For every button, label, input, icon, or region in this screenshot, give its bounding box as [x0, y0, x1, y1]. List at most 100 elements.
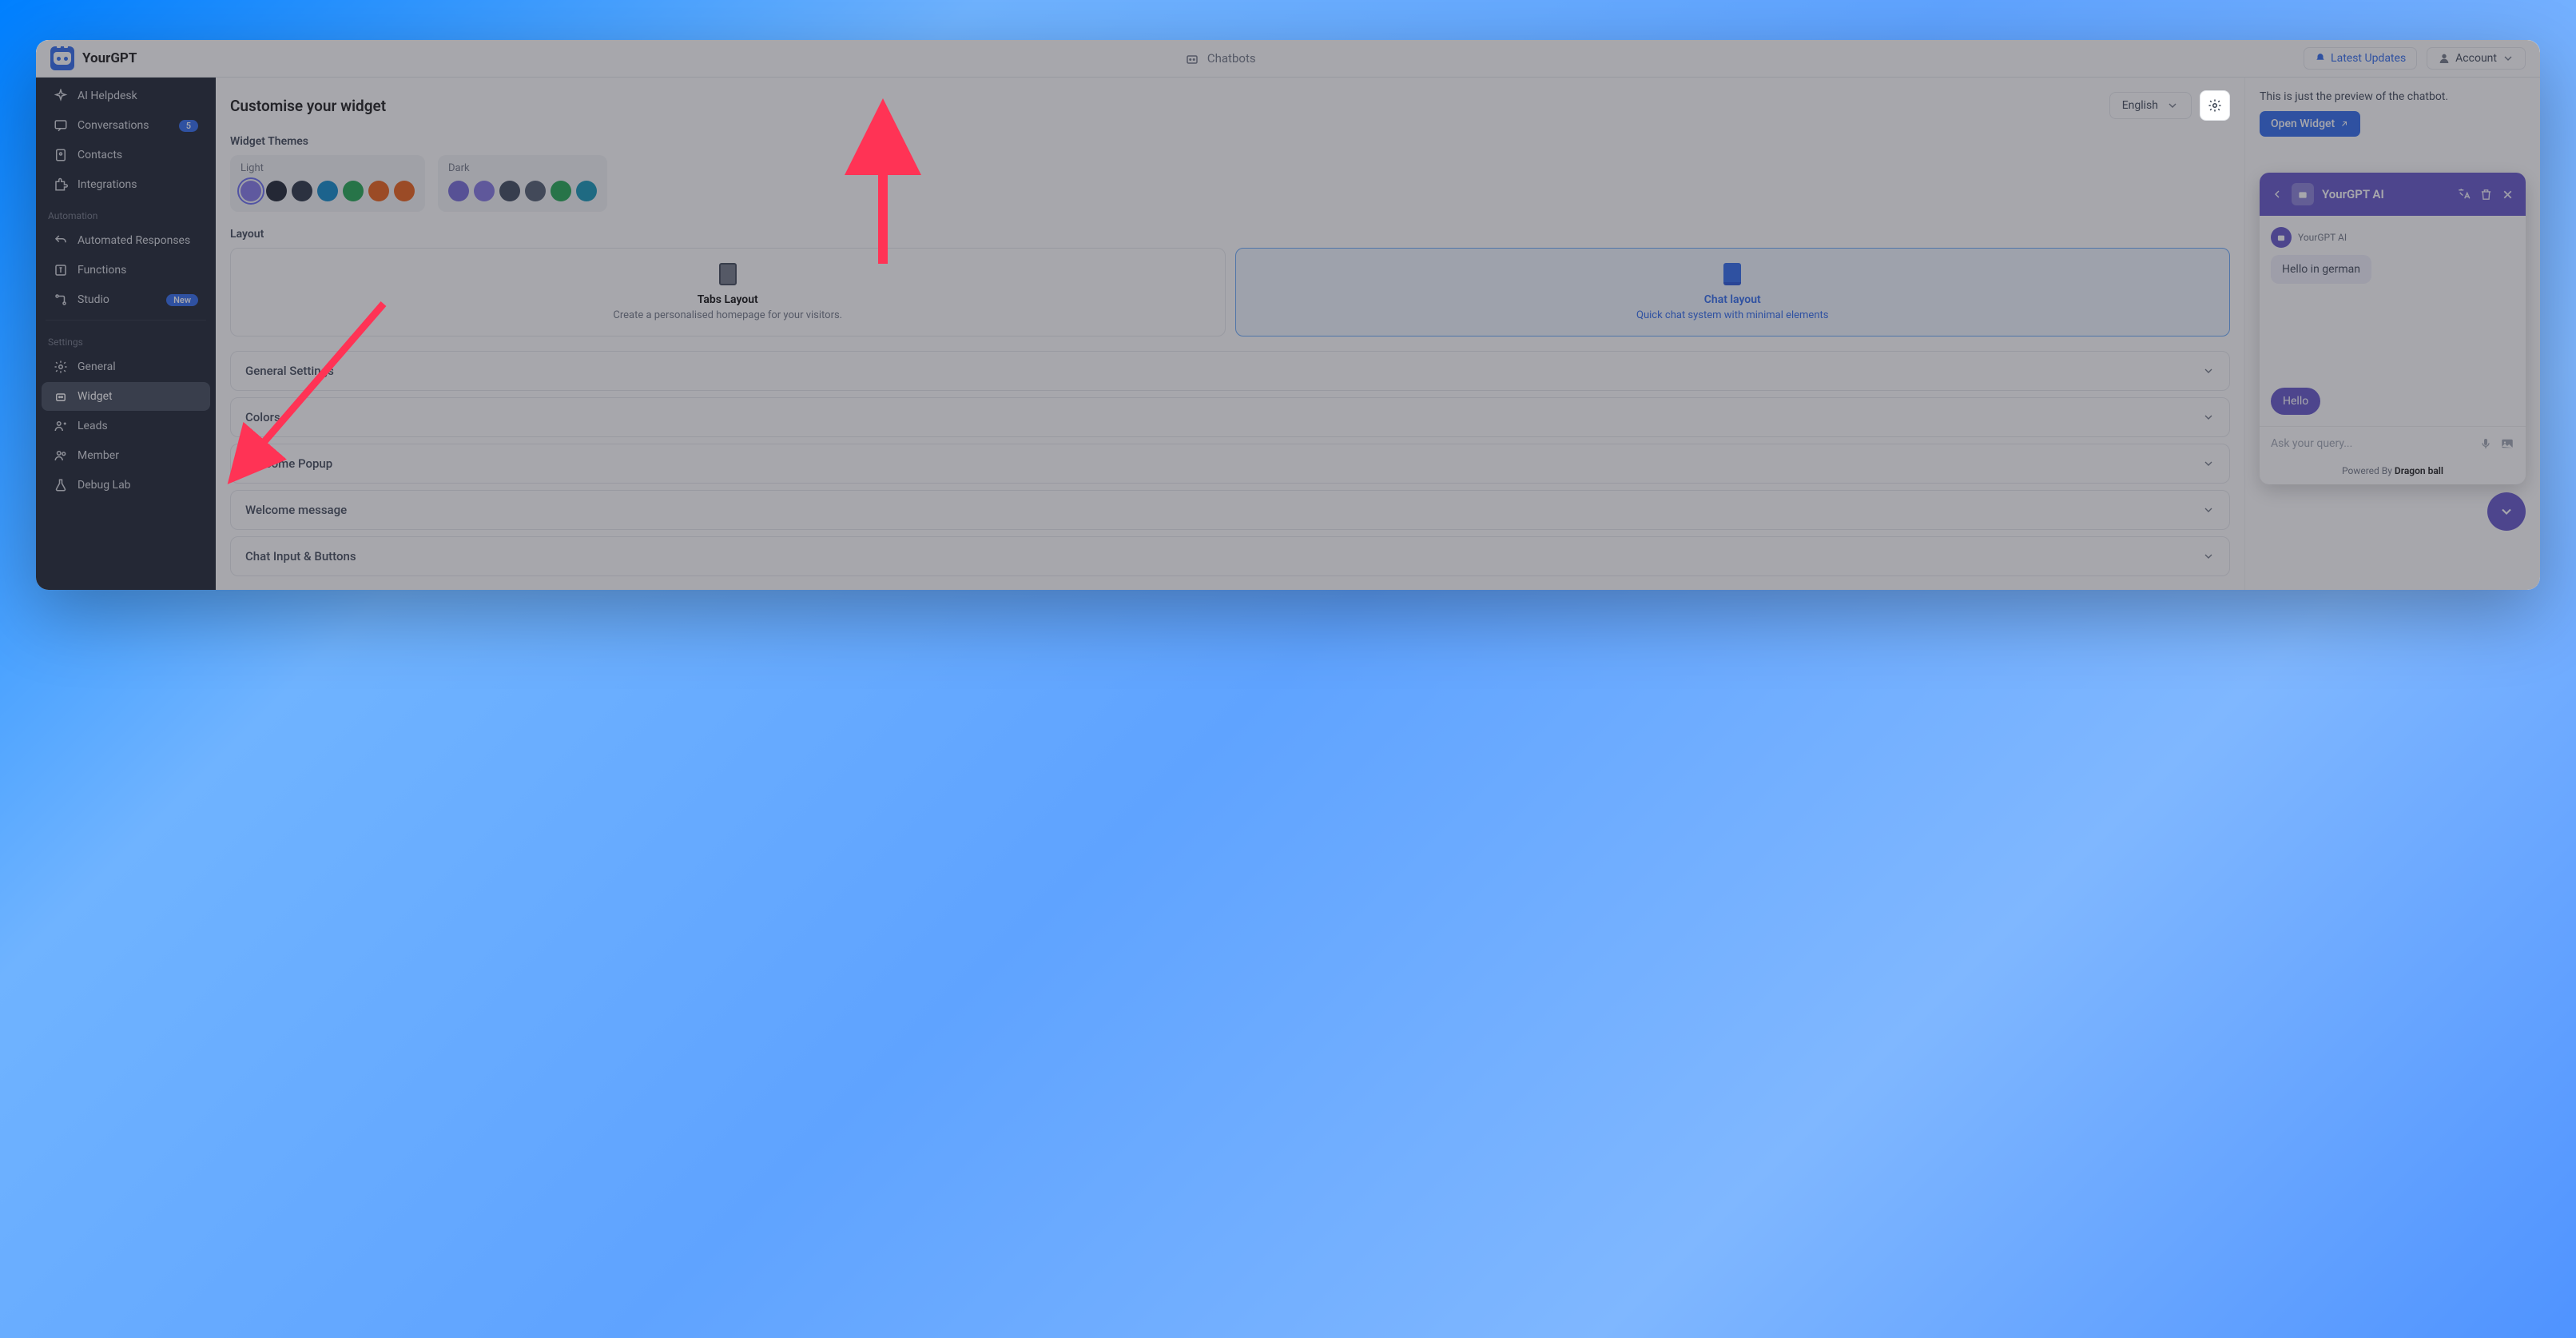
studio-icon — [54, 293, 68, 307]
main-content: Customise your widget English Widget The… — [216, 78, 2244, 590]
swatch[interactable] — [317, 181, 338, 201]
chevron-down-icon — [2498, 504, 2514, 520]
puzzle-icon — [54, 177, 68, 192]
conversations-badge: 5 — [179, 120, 198, 132]
chat-sender: YourGPT AI — [2271, 227, 2514, 248]
page-title: Customise your widget — [230, 97, 386, 115]
chat-icon — [54, 118, 68, 133]
chevron-down-icon — [2202, 504, 2215, 516]
brand-robot-icon — [50, 46, 74, 70]
swatch[interactable] — [448, 181, 469, 201]
robot-icon — [1185, 51, 1199, 66]
contact-icon — [54, 148, 68, 162]
bell-icon — [2315, 53, 2326, 64]
sidebar-section-settings: Settings — [36, 326, 216, 352]
bot-avatar-icon — [2271, 227, 2292, 248]
swatch[interactable] — [474, 181, 495, 201]
sidebar-item-automated-responses[interactable]: Automated Responses — [42, 226, 210, 255]
sidebar-item-contacts[interactable]: Contacts — [42, 141, 210, 169]
preview-note: This is just the preview of the chatbot. — [2260, 90, 2526, 103]
swatch[interactable] — [499, 181, 520, 201]
sidebar-item-integrations[interactable]: Integrations — [42, 170, 210, 199]
tabs-thumbnail-icon — [719, 263, 737, 285]
trash-icon[interactable] — [2479, 188, 2493, 201]
sidebar-item-helpdesk[interactable]: AI Helpdesk — [42, 82, 210, 110]
dark-swatches — [448, 181, 597, 201]
gear-icon — [2208, 98, 2222, 113]
accordion-welcome-popup[interactable]: Welcome Popup — [230, 444, 2230, 484]
layout-chat[interactable]: Chat layout Quick chat system with minim… — [1235, 248, 2231, 336]
layout-label: Layout — [230, 228, 2230, 241]
chevron-down-icon — [2202, 411, 2215, 424]
sparkle-icon — [54, 89, 68, 103]
back-arrow-icon[interactable] — [2271, 188, 2284, 201]
accordion-colors[interactable]: Colors — [230, 397, 2230, 437]
account-menu[interactable]: Account — [2427, 47, 2526, 70]
sidebar-item-conversations[interactable]: Conversations5 — [42, 111, 210, 140]
sidebar-item-debug[interactable]: Debug Lab — [42, 471, 210, 500]
sidebar: AI Helpdesk Conversations5 Contacts Inte… — [36, 78, 216, 590]
themes-label: Widget Themes — [230, 135, 2230, 148]
swatch[interactable] — [394, 181, 415, 201]
flask-icon — [54, 478, 68, 492]
chevron-down-icon — [2166, 99, 2179, 112]
accordion-chat-input[interactable]: Chat Input & Buttons — [230, 536, 2230, 576]
brand[interactable]: YourGPT — [50, 46, 137, 70]
mic-icon[interactable] — [2479, 437, 2492, 450]
open-widget-button[interactable]: Open Widget — [2260, 111, 2360, 137]
chat-title: YourGPT AI — [2322, 187, 2449, 201]
breadcrumb[interactable]: Chatbots — [1185, 51, 1256, 66]
swatch[interactable] — [343, 181, 364, 201]
new-badge: New — [166, 294, 198, 306]
chat-preview: YourGPT AI YourGPT AI Hello in german He… — [2260, 173, 2526, 484]
swatch[interactable] — [241, 181, 261, 201]
accordion-general[interactable]: General Settings — [230, 351, 2230, 391]
sidebar-item-leads[interactable]: Leads — [42, 412, 210, 440]
chat-thumbnail-icon — [1723, 263, 1741, 285]
swatch[interactable] — [576, 181, 597, 201]
image-icon[interactable] — [2500, 436, 2514, 451]
accordion-welcome-message[interactable]: Welcome message — [230, 490, 2230, 530]
chat-message-in: Hello in german — [2271, 255, 2371, 284]
latest-updates-button[interactable]: Latest Updates — [2304, 47, 2417, 70]
chat-input[interactable]: Ask your query... — [2260, 426, 2526, 460]
chat-message-out: Hello — [2271, 388, 2320, 415]
function-icon — [54, 263, 68, 277]
chat-bot-avatar-icon — [2292, 183, 2314, 205]
swatch[interactable] — [551, 181, 571, 201]
gear-icon — [54, 360, 68, 374]
chevron-down-icon — [2202, 457, 2215, 470]
robot-icon — [54, 389, 68, 404]
chevron-down-icon — [2202, 550, 2215, 563]
theme-light[interactable]: Light — [230, 155, 425, 212]
sidebar-item-widget[interactable]: Widget — [42, 382, 210, 411]
member-icon — [54, 448, 68, 463]
settings-gear-button[interactable] — [2200, 90, 2230, 121]
swatch[interactable] — [525, 181, 546, 201]
swatch[interactable] — [266, 181, 287, 201]
sidebar-item-studio[interactable]: StudioNew — [42, 285, 210, 314]
user-icon — [2438, 52, 2451, 65]
layout-tabs[interactable]: Tabs Layout Create a personalised homepa… — [230, 248, 1226, 336]
translate-icon[interactable] — [2457, 187, 2471, 201]
chat-header: YourGPT AI — [2260, 173, 2526, 216]
reply-icon — [54, 233, 68, 248]
light-swatches — [241, 181, 415, 201]
chevron-down-icon — [2502, 52, 2514, 65]
sidebar-item-general[interactable]: General — [42, 352, 210, 381]
theme-dark[interactable]: Dark — [438, 155, 607, 212]
sidebar-section-automation: Automation — [36, 200, 216, 225]
swatch[interactable] — [368, 181, 389, 201]
chat-powered-by: Powered By Dragon ball — [2260, 460, 2526, 484]
app-header: YourGPT Chatbots Latest Updates Account — [36, 40, 2540, 78]
brand-name: YourGPT — [82, 50, 137, 66]
preview-panel: This is just the preview of the chatbot.… — [2244, 78, 2540, 590]
language-select[interactable]: English — [2109, 92, 2192, 119]
sidebar-item-functions[interactable]: Functions — [42, 256, 210, 285]
chat-fab[interactable] — [2487, 492, 2526, 531]
sidebar-item-member[interactable]: Member — [42, 441, 210, 470]
swatch[interactable] — [292, 181, 312, 201]
chat-input-placeholder: Ask your query... — [2271, 437, 2471, 450]
sidebar-divider — [46, 320, 206, 321]
close-icon[interactable] — [2501, 188, 2514, 201]
